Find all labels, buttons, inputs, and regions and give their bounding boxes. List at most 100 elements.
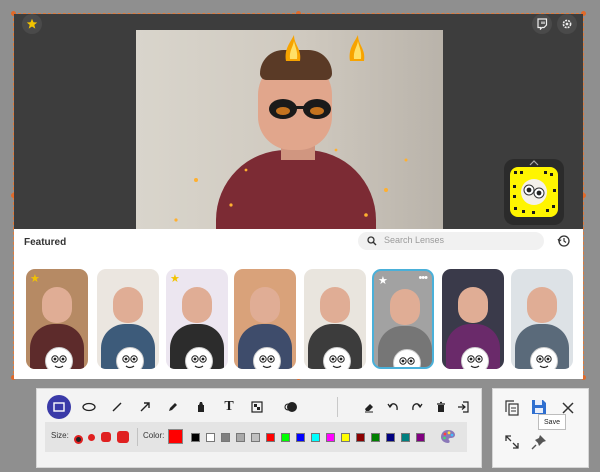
lens-card-mustache[interactable] bbox=[511, 269, 573, 369]
snapcode-pattern-icon bbox=[513, 171, 556, 214]
undo-tool[interactable] bbox=[381, 395, 405, 419]
tool-properties-bar: Size: Color: bbox=[45, 422, 467, 452]
pen-tool[interactable] bbox=[161, 395, 185, 419]
highlighter-tool[interactable] bbox=[189, 395, 213, 419]
search-placeholder: Search Lenses bbox=[384, 235, 445, 245]
lens-preview-face bbox=[527, 287, 557, 323]
line-tool[interactable] bbox=[105, 395, 129, 419]
color-swatch[interactable] bbox=[311, 433, 320, 442]
lens-preview-face bbox=[320, 287, 350, 323]
favorite-star-icon[interactable]: ★ bbox=[170, 272, 180, 285]
camera-preview-area bbox=[14, 14, 583, 230]
step-number-icon bbox=[284, 402, 297, 412]
lens-icon-kitty-mask bbox=[461, 347, 489, 369]
save-icon[interactable] bbox=[531, 399, 547, 415]
lens-preview-face bbox=[113, 287, 143, 323]
lens-preview-face bbox=[42, 287, 72, 323]
size-option-smallest[interactable] bbox=[74, 435, 83, 444]
redo-tool[interactable] bbox=[405, 395, 429, 419]
lens-card-puppy[interactable]: ★ bbox=[26, 269, 88, 369]
search-lenses-input[interactable]: Search Lenses bbox=[358, 232, 544, 250]
size-option-medium[interactable] bbox=[101, 432, 111, 442]
eraser-tool[interactable] bbox=[357, 395, 381, 419]
palette-icon[interactable] bbox=[440, 429, 456, 444]
lens-card-googly-eyes[interactable]: ★ ••• bbox=[372, 269, 434, 369]
color-swatch[interactable] bbox=[326, 433, 335, 442]
color-swatch[interactable] bbox=[296, 433, 305, 442]
color-swatch[interactable] bbox=[401, 433, 410, 442]
twitch-icon bbox=[537, 18, 548, 30]
lens-card-wood-wall[interactable] bbox=[234, 269, 296, 369]
color-swatch[interactable] bbox=[386, 433, 395, 442]
lens-card-kitty-mask[interactable] bbox=[442, 269, 504, 369]
color-swatch[interactable] bbox=[371, 433, 380, 442]
lens-icon-mustache bbox=[530, 347, 558, 369]
star-icon bbox=[26, 18, 38, 29]
line-icon bbox=[112, 402, 122, 412]
gear-icon bbox=[562, 19, 572, 29]
rectangle-icon bbox=[53, 402, 65, 412]
size-option-small[interactable] bbox=[88, 434, 95, 441]
color-swatch[interactable] bbox=[266, 433, 275, 442]
color-swatch[interactable] bbox=[416, 433, 425, 442]
color-swatch[interactable] bbox=[341, 433, 350, 442]
more-options-icon[interactable]: ••• bbox=[418, 272, 428, 284]
color-swatch[interactable] bbox=[191, 433, 200, 442]
color-label: Color: bbox=[143, 431, 165, 440]
close-icon[interactable] bbox=[561, 401, 575, 415]
text-tool[interactable]: T bbox=[217, 395, 241, 419]
search-icon bbox=[367, 236, 377, 246]
size-label: Size: bbox=[51, 431, 69, 440]
lens-card-big-eyes[interactable] bbox=[97, 269, 159, 369]
featured-heading: Featured bbox=[24, 237, 67, 248]
settings-button[interactable] bbox=[557, 14, 577, 34]
favorite-star-icon[interactable]: ★ bbox=[378, 274, 388, 287]
lens-icon-big-eyes bbox=[116, 347, 144, 369]
ellipse-tool[interactable] bbox=[77, 395, 101, 419]
fire-sparks-effect bbox=[174, 148, 408, 222]
twitch-button[interactable] bbox=[532, 14, 552, 34]
arrow-tool[interactable] bbox=[133, 395, 157, 419]
delete-tool[interactable] bbox=[429, 395, 453, 419]
color-swatch[interactable] bbox=[281, 433, 290, 442]
exit-tool[interactable] bbox=[451, 395, 475, 419]
lens-icon-flower-crown bbox=[185, 347, 213, 369]
redo-icon bbox=[412, 403, 423, 411]
lens-icon-wood-wall bbox=[253, 347, 281, 369]
snapcode-badge[interactable] bbox=[504, 159, 564, 225]
lens-icon-cartoon-eyes bbox=[323, 347, 351, 369]
copy-icon[interactable] bbox=[504, 400, 520, 416]
ellipse-icon bbox=[82, 402, 96, 412]
color-swatch[interactable] bbox=[356, 433, 365, 442]
lens-preview-face bbox=[458, 287, 488, 323]
lens-card-cartoon-eyes[interactable] bbox=[304, 269, 366, 369]
lens-preview-face bbox=[182, 287, 212, 323]
annotation-toolbar: T Size: Color: bbox=[36, 388, 482, 468]
toolbar-divider bbox=[337, 397, 338, 417]
save-tooltip: Save bbox=[538, 414, 566, 430]
current-color-swatch[interactable] bbox=[168, 429, 183, 444]
step-tool[interactable] bbox=[279, 395, 303, 419]
arrow-icon bbox=[140, 402, 150, 412]
size-option-large[interactable] bbox=[117, 431, 129, 443]
color-swatch[interactable] bbox=[221, 433, 230, 442]
lens-preview-face bbox=[250, 287, 280, 323]
favorite-star-icon[interactable]: ★ bbox=[30, 272, 40, 285]
lens-preview-face bbox=[390, 289, 420, 325]
lens-card-flower-crown[interactable]: ★ bbox=[166, 269, 228, 369]
color-swatch[interactable] bbox=[251, 433, 260, 442]
favorites-button[interactable] bbox=[22, 14, 42, 34]
expand-icon[interactable] bbox=[504, 434, 520, 450]
eraser-icon bbox=[365, 404, 373, 413]
mosaic-tool[interactable] bbox=[245, 395, 269, 419]
props-divider bbox=[137, 428, 138, 446]
snapcode-qr bbox=[510, 167, 558, 217]
history-icon[interactable] bbox=[557, 234, 571, 248]
color-swatch[interactable] bbox=[236, 433, 245, 442]
lens-icon-googly-eyes bbox=[393, 349, 421, 367]
mosaic-icon bbox=[251, 401, 263, 413]
color-swatch[interactable] bbox=[206, 433, 215, 442]
pen-icon bbox=[169, 403, 177, 411]
pin-icon[interactable] bbox=[531, 434, 547, 450]
rectangle-tool[interactable] bbox=[47, 395, 71, 419]
